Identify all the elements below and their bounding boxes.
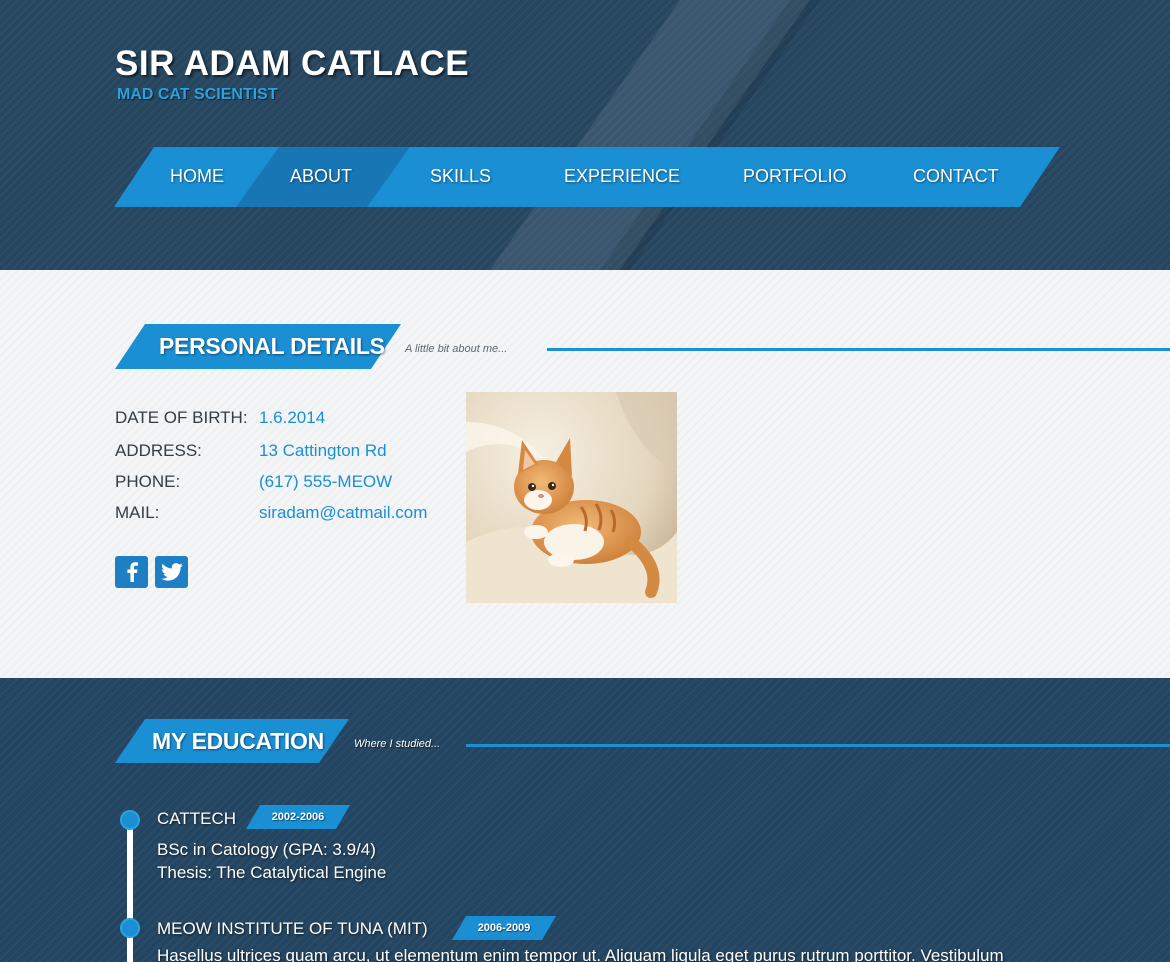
profile-photo-kitten [466, 392, 677, 603]
twitter-icon [160, 563, 183, 581]
nav-home[interactable]: HOME [170, 166, 224, 190]
personal-section-subtitle: A little bit about me... [405, 343, 508, 355]
education-school: CATTECH [157, 809, 237, 828]
phone-value[interactable]: (617) 555-MEOW [259, 472, 392, 492]
education-thesis: Thesis: The Catalytical Engine [157, 863, 387, 882]
education-description: Hasellus ultrices quam arcu, ut elementu… [157, 946, 1004, 962]
address-value: 13 Cattington Rd [259, 441, 387, 460]
job-title: MAD CAT SCIENTIST [117, 86, 278, 103]
personal-section-rule [547, 348, 1170, 351]
site-header [0, 0, 1170, 270]
facebook-button[interactable] [115, 556, 148, 588]
dob-value: 1.6.2014 [259, 408, 326, 427]
mail-link[interactable]: siradam@catmail.com [259, 503, 427, 523]
education-timeline [127, 820, 133, 962]
education-section-rule [466, 744, 1170, 747]
nav-skills[interactable]: SKILLS [430, 166, 491, 190]
dob-label: DATE OF BIRTH: [115, 408, 248, 427]
education-years-badge: 2006-2009 [452, 916, 556, 940]
timeline-dot [120, 918, 140, 938]
nav-about[interactable]: ABOUT [290, 166, 352, 190]
twitter-button[interactable] [155, 556, 188, 588]
nav-portfolio[interactable]: PORTFOLIO [743, 166, 847, 190]
facebook-icon [125, 562, 139, 582]
timeline-dot [120, 810, 140, 830]
phone-label: PHONE: [115, 472, 181, 491]
education-section-subtitle: Where I studied... [354, 738, 441, 750]
education-degree: BSc in Catology (GPA: 3.9/4) [157, 840, 376, 859]
education-years-badge: 2002-2006 [246, 805, 350, 829]
education-section-title: MY EDUCATION [152, 728, 324, 754]
personal-section-title: PERSONAL DETAILS [159, 333, 385, 359]
nav-experience[interactable]: EXPERIENCE [564, 166, 680, 190]
education-school: MEOW INSTITUTE OF TUNA (MIT) [157, 919, 428, 938]
site-name: SIR ADAM CATLACE [115, 44, 470, 83]
mail-label: MAIL: [115, 503, 160, 522]
nav-contact[interactable]: CONTACT [913, 166, 999, 190]
address-label: ADDRESS: [115, 441, 202, 460]
